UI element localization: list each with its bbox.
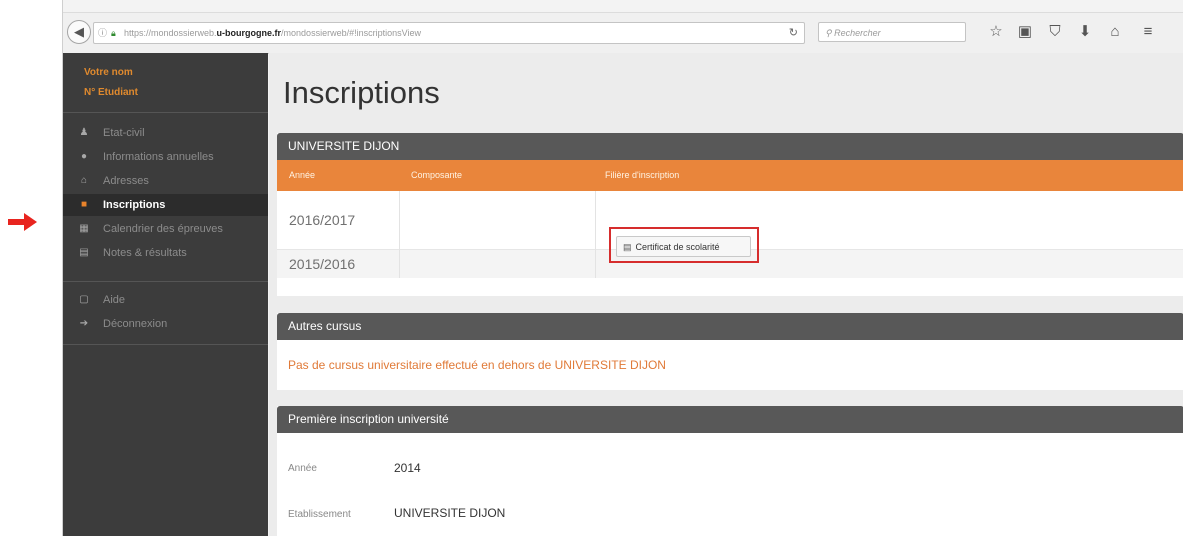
- year-cell: 2016/2017: [289, 212, 356, 228]
- divider: [63, 112, 268, 113]
- sidebar-item-adresses[interactable]: ⌂ Adresses: [63, 170, 268, 192]
- sidebar-item-notes[interactable]: ▤ Notes & résultats: [63, 242, 268, 264]
- pocket-icon[interactable]: ⛉: [1046, 21, 1064, 43]
- menu-icon[interactable]: ≡: [1139, 21, 1157, 43]
- pointer-arrow-icon: [8, 213, 37, 231]
- url-text: https://mondossierweb.u-bourgogne.fr/mon…: [124, 28, 421, 38]
- column-divider: [399, 191, 400, 278]
- home-icon: ⌂: [80, 175, 88, 186]
- year-label: Année: [288, 463, 317, 474]
- clipboard-icon[interactable]: ▣: [1016, 21, 1034, 43]
- sidebar-item-deconnexion[interactable]: ➔ Déconnexion: [63, 313, 268, 335]
- reload-icon[interactable]: ↻: [789, 23, 798, 43]
- browser-toolbar: ◀ ⓘ 🔒︎ https://mondossierweb.u-bourgogne.f…: [63, 12, 1183, 54]
- sidebar-item-etat-civil[interactable]: ♟ Etat-civil: [63, 122, 268, 144]
- panel-heading: UNIVERSITE DIJON: [277, 133, 1183, 160]
- lock-icon: 🔒︎: [111, 28, 116, 38]
- autres-cursus-message: Pas de cursus universitaire effectué en …: [288, 358, 666, 372]
- student-number: N° Etudiant: [84, 87, 138, 98]
- sidebar-item-inscriptions[interactable]: ■ Inscriptions: [63, 194, 268, 216]
- table-header: Année Composante Filière d'inscription: [277, 160, 1183, 191]
- year-value: 2014: [394, 461, 421, 475]
- home-icon[interactable]: ⌂: [1106, 21, 1124, 43]
- sidebar-item-aide[interactable]: ▢ Aide: [63, 289, 268, 311]
- download-icon[interactable]: ⬇: [1076, 21, 1094, 43]
- file-icon: ■: [80, 199, 88, 210]
- logout-icon: ➔: [79, 318, 89, 329]
- search-placeholder: Rechercher: [834, 28, 881, 38]
- establishment-value: UNIVERSITE DIJON: [394, 506, 506, 520]
- panel-heading: Autres cursus: [277, 313, 1183, 340]
- premiere-inscription-panel: Première inscription université Année 20…: [277, 406, 1183, 536]
- column-header-composante: Composante: [411, 170, 463, 180]
- sidebar-item-label: Calendrier des épreuves: [103, 223, 223, 235]
- highlight-box: [609, 227, 759, 263]
- browser-window: ◀ ⓘ 🔒︎ https://mondossierweb.u-bourgogne.f…: [62, 0, 1183, 536]
- divider: [63, 344, 268, 345]
- sidebar-item-label: Informations annuelles: [103, 151, 214, 163]
- user-name: Votre nom: [84, 67, 133, 78]
- column-divider: [595, 191, 596, 278]
- divider: [63, 281, 268, 282]
- sidebar-item-calendrier[interactable]: ▦ Calendrier des épreuves: [63, 218, 268, 240]
- sidebar-item-label: Déconnexion: [103, 318, 168, 330]
- search-icon: ⚲: [825, 28, 835, 38]
- url-bar[interactable]: ⓘ 🔒︎ https://mondossierweb.u-bourgogne.fr/…: [93, 22, 805, 44]
- calendar-icon: ▦: [79, 223, 89, 234]
- help-icon: ▢: [79, 294, 89, 305]
- info-circle-icon: ●: [80, 151, 88, 162]
- university-panel: UNIVERSITE DIJON Année Composante Filièr…: [277, 133, 1183, 296]
- year-cell: 2015/2016: [289, 256, 356, 272]
- sidebar-item-label: Inscriptions: [103, 199, 166, 211]
- main-content: Inscriptions UNIVERSITE DIJON Année Comp…: [269, 53, 1183, 536]
- autres-cursus-panel: Autres cursus Pas de cursus universitair…: [277, 313, 1183, 390]
- sidebar-item-label: Aide: [103, 294, 126, 306]
- star-icon[interactable]: ☆: [987, 21, 1005, 43]
- sidebar: Votre nom N° Etudiant ♟ Etat-civil ● Inf…: [63, 53, 268, 536]
- page-title: Inscriptions: [283, 75, 440, 110]
- user-icon: ♟: [79, 127, 89, 138]
- info-icon[interactable]: ⓘ: [98, 23, 111, 43]
- sidebar-item-informations-annuelles[interactable]: ● Informations annuelles: [63, 146, 268, 168]
- sidebar-item-label: Etat-civil: [103, 127, 145, 139]
- sidebar-item-label: Notes & résultats: [103, 247, 187, 259]
- sidebar-item-label: Adresses: [103, 175, 149, 187]
- column-header-filiere: Filière d'inscription: [605, 170, 680, 180]
- back-icon[interactable]: ◀: [67, 20, 91, 44]
- establishment-label: Etablissement: [288, 509, 351, 520]
- column-header-annee: Année: [289, 170, 316, 180]
- panel-heading: Première inscription université: [277, 406, 1183, 433]
- list-icon: ▤: [79, 247, 89, 258]
- search-input[interactable]: ⚲ Rechercher: [818, 22, 966, 42]
